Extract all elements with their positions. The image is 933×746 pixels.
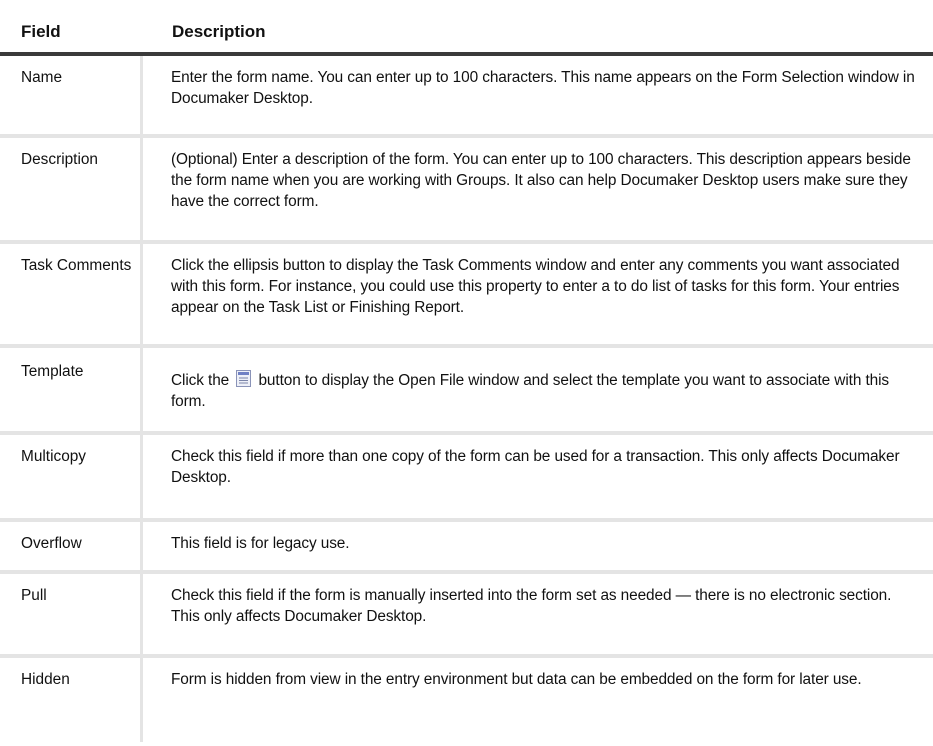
open-file-icon: [236, 370, 252, 387]
table-row: Multicopy Check this field if more than …: [0, 435, 933, 522]
field-name-cell: Description: [0, 138, 143, 240]
table-row: Description (Optional) Enter a descripti…: [0, 138, 933, 244]
field-name-cell: Task Comments: [0, 244, 143, 344]
field-name-cell: Name: [0, 56, 143, 134]
field-name-cell: Hidden: [0, 658, 143, 742]
header-field: Field: [21, 22, 61, 41]
table-header-row: Field Description: [0, 0, 933, 56]
description-cell: Check this field if the form is manually…: [171, 587, 892, 625]
description-text-before-icon: Click the: [171, 372, 234, 389]
description-cell: Click the ellipsis button to display the…: [171, 257, 900, 316]
description-text-after-icon: button to display the Open File window a…: [171, 372, 890, 410]
field-description-table: Field Description Name Enter the form na…: [0, 0, 933, 742]
table-row: Template Click the button to display the…: [0, 348, 933, 435]
description-cell: Form is hidden from view in the entry en…: [171, 671, 862, 688]
header-description: Description: [172, 22, 266, 41]
description-cell: (Optional) Enter a description of the fo…: [171, 151, 911, 210]
description-cell: Click the button to display the Open Fil…: [143, 348, 933, 431]
description-cell: Enter the form name. You can enter up to…: [171, 69, 915, 107]
description-cell: Check this field if more than one copy o…: [171, 448, 900, 486]
field-name-cell: Multicopy: [0, 435, 143, 518]
field-name-cell: Overflow: [0, 522, 143, 570]
field-name-cell: Template: [0, 348, 143, 431]
table-row: Hidden Form is hidden from view in the e…: [0, 658, 933, 742]
description-cell: This field is for legacy use.: [171, 535, 350, 552]
table-row: Pull Check this field if the form is man…: [0, 574, 933, 658]
table-row: Name Enter the form name. You can enter …: [0, 56, 933, 138]
field-name-cell: Pull: [0, 574, 143, 654]
table-row: Task Comments Click the ellipsis button …: [0, 244, 933, 348]
table-row: Overflow This field is for legacy use.: [0, 522, 933, 574]
